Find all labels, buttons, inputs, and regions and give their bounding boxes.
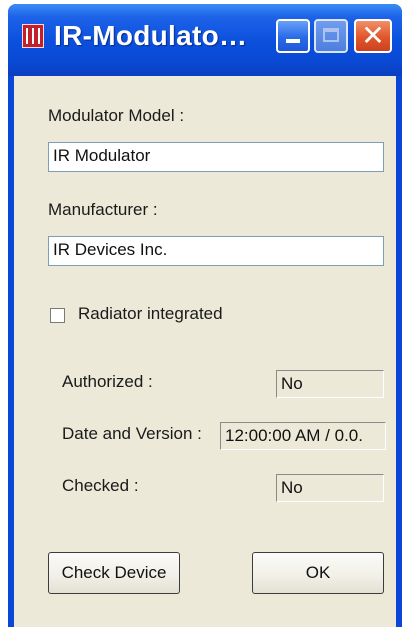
manufacturer-input[interactable]: IR Devices Inc.: [48, 236, 384, 266]
authorized-label: Authorized :: [62, 372, 153, 391]
minimize-button[interactable]: [276, 19, 310, 53]
minimize-icon: [286, 39, 300, 43]
window-title: IR-Modulato…: [54, 20, 248, 51]
check-device-button[interactable]: Check Device: [48, 552, 180, 594]
app-icon: [22, 24, 44, 48]
close-button[interactable]: ✕: [354, 19, 392, 53]
date-version-value: 12:00:00 AM / 0.0.: [220, 422, 386, 450]
modulator-model-input[interactable]: IR Modulator: [48, 142, 384, 172]
manufacturer-label: Manufacturer :: [48, 200, 158, 219]
maximize-button[interactable]: [314, 19, 348, 53]
checked-value: No: [276, 474, 384, 502]
dialog-body: Modulator Model : IR Modulator Manufactu…: [14, 76, 396, 627]
radiator-integrated-checkbox[interactable]: [50, 308, 65, 323]
close-icon: ✕: [361, 19, 385, 52]
ok-button[interactable]: OK: [252, 552, 384, 594]
checked-label: Checked :: [62, 476, 139, 495]
maximize-icon: [323, 28, 339, 42]
dialog-window: IR-Modulato… ✕ Modulator Model : IR Modu…: [8, 4, 402, 627]
date-version-label: Date and Version :: [62, 424, 202, 443]
authorized-value: No: [276, 370, 384, 398]
modulator-model-label: Modulator Model :: [48, 106, 185, 125]
title-bar[interactable]: IR-Modulato… ✕: [8, 4, 402, 76]
radiator-integrated-label: Radiator integrated: [78, 304, 223, 323]
